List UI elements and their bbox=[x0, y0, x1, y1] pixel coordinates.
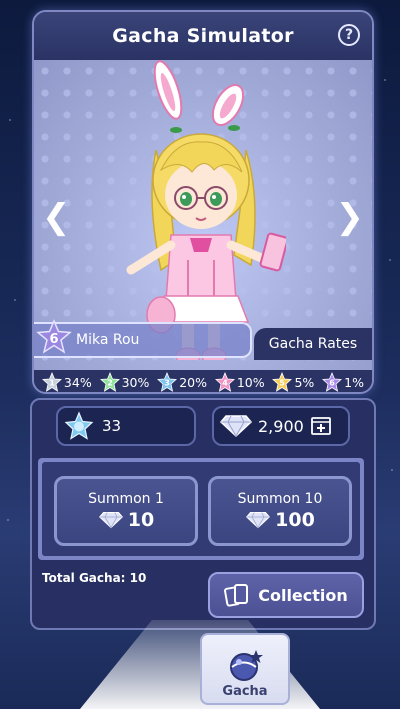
summon-1-cost: 10 bbox=[127, 509, 155, 531]
star-gem-icon bbox=[64, 411, 94, 440]
rate-item: 5 5% bbox=[272, 372, 314, 392]
diamond-icon bbox=[220, 415, 252, 438]
next-arrow-icon[interactable]: ❯ bbox=[336, 200, 365, 234]
collection-label: Collection bbox=[258, 585, 348, 605]
collection-button[interactable]: Collection bbox=[208, 572, 364, 618]
character-card: Gacha Simulator ? ❮ ❯ 6 Mika Rou Gacha R… bbox=[32, 10, 374, 394]
rate-value: 20% bbox=[179, 374, 207, 390]
rarity-star-icon: 2 bbox=[99, 372, 120, 392]
rarity-star-icon: 5 bbox=[272, 372, 293, 392]
previous-arrow-icon[interactable]: ❮ bbox=[42, 200, 71, 234]
rarity-star-icon: 6 bbox=[322, 372, 343, 392]
rate-star-number: 4 bbox=[222, 379, 228, 388]
gacha-capsule-icon bbox=[230, 650, 263, 681]
rate-star-number: 2 bbox=[107, 379, 113, 388]
summon-10-cost: 100 bbox=[275, 509, 315, 531]
character-illustration bbox=[126, 60, 286, 360]
rarity-star-icon: 6 bbox=[36, 319, 72, 354]
rate-value: 34% bbox=[63, 374, 92, 390]
rate-star-number: 3 bbox=[164, 379, 170, 388]
rate-star-number: 6 bbox=[329, 379, 335, 388]
summon-1-label: Summon 1 bbox=[88, 491, 164, 507]
rate-value: 5% bbox=[294, 374, 315, 390]
character-stage: ❮ ❯ 6 Mika Rou Gacha Rates bbox=[34, 60, 372, 370]
rate-item: 1 34% bbox=[41, 372, 92, 392]
diamond-count: 2,900 bbox=[258, 416, 304, 436]
rate-star-number: 5 bbox=[280, 379, 286, 388]
gacha-rates-tab[interactable]: Gacha Rates bbox=[254, 328, 372, 360]
rate-value: 10% bbox=[236, 374, 265, 390]
summon-area: Summon 1 10 Summon 10 100 bbox=[38, 458, 364, 560]
rate-item: 2 30% bbox=[99, 372, 150, 392]
rarity-star-icon: 3 bbox=[157, 372, 178, 392]
rate-star-number: 1 bbox=[49, 379, 55, 388]
diamond-icon bbox=[246, 511, 271, 529]
add-video-icon[interactable] bbox=[310, 415, 332, 437]
rarity-star-icon: 4 bbox=[214, 372, 235, 392]
cards-icon bbox=[224, 584, 249, 607]
card-header: Gacha Simulator ? bbox=[34, 12, 372, 60]
rarity-star-icon: 1 bbox=[41, 372, 62, 392]
total-gacha-count: Total Gacha: 10 bbox=[42, 571, 147, 585]
nav-tab-gacha-label: Gacha bbox=[222, 684, 268, 699]
rate-item: 6 1% bbox=[322, 372, 364, 392]
gem-count: 33 bbox=[102, 417, 122, 435]
summon-10-label: Summon 10 bbox=[237, 491, 323, 507]
page-title: Gacha Simulator bbox=[112, 25, 294, 47]
help-icon[interactable]: ? bbox=[338, 24, 360, 46]
nav-tab-gacha[interactable]: Gacha bbox=[200, 633, 290, 705]
diamond-icon bbox=[98, 511, 123, 529]
gem-counter: 33 bbox=[56, 406, 196, 446]
character-nameplate: 6 Mika Rou bbox=[34, 319, 252, 358]
rate-value: 30% bbox=[121, 374, 150, 390]
diamond-counter: 2,900 bbox=[212, 406, 350, 446]
summon-panel: 33 2,900 Summon 1 10 Summon 10 100 Total… bbox=[30, 398, 376, 630]
character-name: Mika Rou bbox=[76, 332, 140, 348]
summon-1-button[interactable]: Summon 1 10 bbox=[54, 476, 198, 546]
rates-bar: 1 34% 2 30% 3 20% 4 10% 5 5% 6 1% bbox=[34, 370, 372, 392]
rarity-value: 6 bbox=[49, 332, 58, 347]
rate-value: 1% bbox=[344, 374, 365, 390]
rate-item: 3 20% bbox=[157, 372, 207, 392]
rate-item: 4 10% bbox=[214, 372, 265, 392]
summon-10-button[interactable]: Summon 10 100 bbox=[208, 476, 352, 546]
